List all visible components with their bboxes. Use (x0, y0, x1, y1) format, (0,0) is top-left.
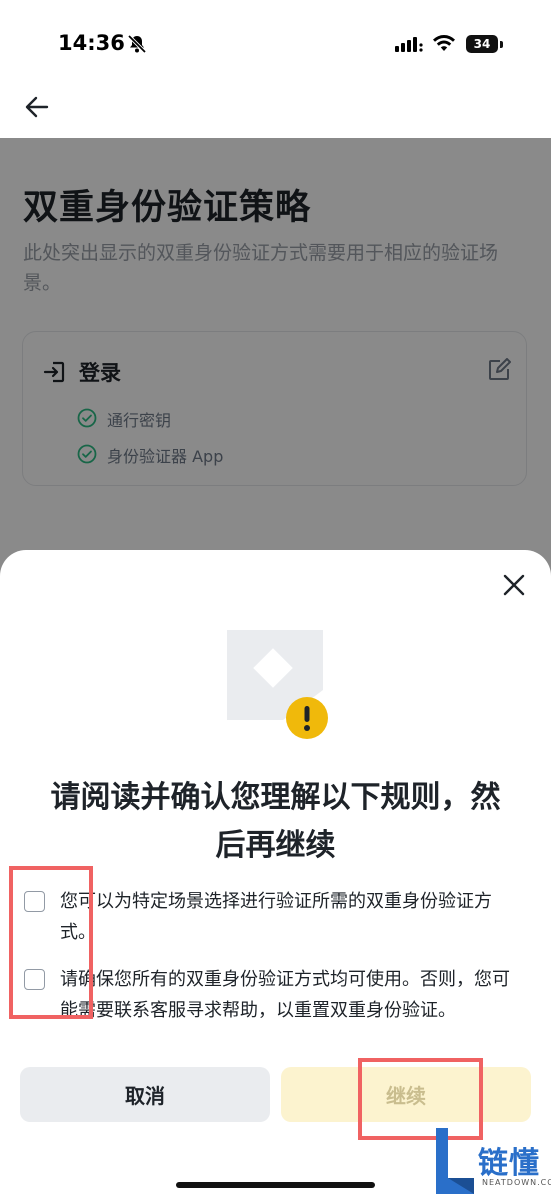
annotation-box-checkboxes (9, 866, 93, 1019)
watermark-text: 链懂 (478, 1146, 540, 1181)
cellular-signal-icon (395, 37, 423, 52)
watermark-logo-icon (436, 1128, 474, 1194)
battery-indicator: 34 (466, 35, 498, 53)
home-indicator (176, 1182, 375, 1188)
rule-text: 请确保您所有的双重身份验证方式均可使用。否则，您可能需要联系客服寻求帮助，以重置… (60, 969, 510, 1021)
cancel-button[interactable]: 取消 (20, 1067, 270, 1122)
close-icon[interactable] (500, 571, 528, 599)
status-time: 14:36 (58, 31, 125, 55)
warning-icon (286, 697, 328, 739)
rule-text: 您可以为特定场景选择进行验证所需的双重身份验证方式。 (60, 891, 492, 943)
bell-muted-icon (127, 34, 147, 54)
headline-line: 请阅读并确认您理解以下规则，然 (50, 780, 501, 815)
headline-line: 后再继续 (215, 828, 336, 863)
sheet-headline: 请阅读并确认您理解以下规则，然 后再继续 (20, 774, 531, 870)
battery-tip (500, 41, 503, 48)
back-arrow-icon[interactable] (24, 94, 50, 120)
wifi-icon (433, 35, 455, 51)
watermark-subtext: NEATDOWN.COM (482, 1178, 551, 1187)
status-bar: 14:36 34 (0, 0, 551, 90)
